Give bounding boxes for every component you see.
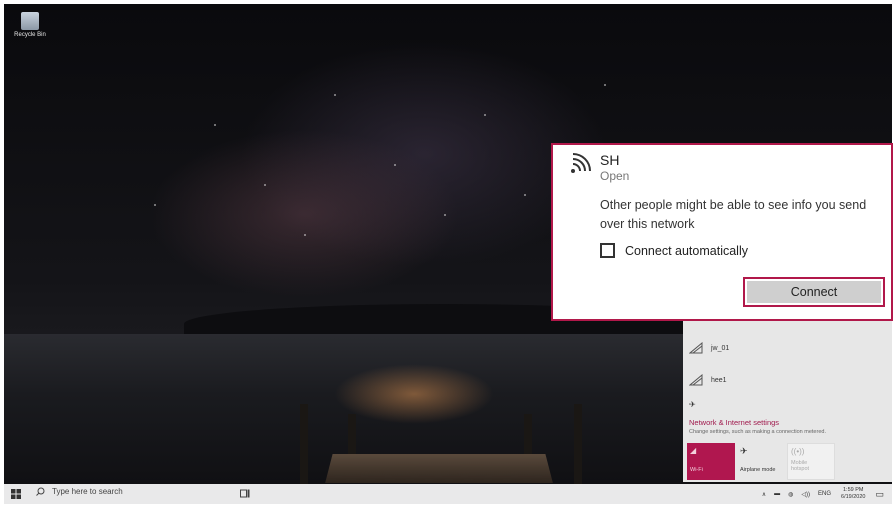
recycle-bin-shortcut[interactable]: Recycle Bin bbox=[10, 12, 50, 38]
show-hidden-icons-chevron-icon[interactable]: ∧ bbox=[762, 491, 766, 498]
network-item[interactable]: jw_01 bbox=[689, 342, 729, 354]
recycle-bin-icon bbox=[21, 12, 39, 30]
clock-date: 6/19/2020 bbox=[841, 494, 866, 500]
taskbar-search-box[interactable]: Type here to search bbox=[36, 487, 123, 496]
connect-highlight: Connect bbox=[743, 277, 885, 307]
network-status: Open bbox=[600, 169, 630, 183]
network-name: jw_01 bbox=[711, 344, 730, 352]
mobile-hotspot-toggle[interactable]: ((•)) Mobile hotspot bbox=[787, 443, 835, 480]
hotspot-icon: ((•)) bbox=[791, 447, 805, 456]
network-settings-link[interactable]: Network & Internet settings bbox=[689, 418, 779, 427]
airplane-mode-toggle[interactable]: ✈ Airplane mode bbox=[737, 443, 785, 480]
connect-automatically-option[interactable]: Connect automatically bbox=[600, 243, 748, 258]
clock-time: 1:59 PM bbox=[843, 487, 864, 493]
clock[interactable]: 1:59 PM 6/19/2020 bbox=[841, 487, 865, 501]
connect-automatically-label: Connect automatically bbox=[625, 243, 748, 258]
language-indicator[interactable]: ENG bbox=[818, 491, 831, 497]
network-flyout: jw_01 hee1 ✈ Network & Internet settings… bbox=[683, 312, 892, 482]
system-tray: ∧ ▬ ◍ ◁)) ENG 1:59 PM 6/19/2020 ▭ bbox=[758, 484, 892, 504]
volume-icon[interactable]: ◁)) bbox=[801, 491, 810, 498]
network-connect-popup: SH Open Other people might be able to se… bbox=[551, 143, 893, 321]
airplane-mode-label: Airplane mode bbox=[740, 467, 776, 473]
wifi-tile-icon: ◢ bbox=[690, 446, 697, 455]
security-warning: Other people might be able to see info y… bbox=[600, 198, 867, 231]
task-view-icon[interactable] bbox=[240, 489, 250, 498]
wooden-dock bbox=[325, 453, 553, 484]
windows-start-icon[interactable] bbox=[11, 489, 21, 499]
search-placeholder: Type here to search bbox=[52, 487, 123, 496]
network-item[interactable]: hee1 bbox=[689, 374, 727, 386]
airplane-icon: ✈ bbox=[740, 446, 748, 456]
wifi-toggle[interactable]: ◢ Wi-Fi bbox=[687, 443, 735, 480]
dock-post bbox=[574, 404, 582, 484]
airplane-small-icon: ✈ bbox=[689, 400, 696, 409]
network-tray-icon[interactable]: ◍ bbox=[788, 491, 793, 498]
connect-automatically-checkbox[interactable] bbox=[600, 243, 615, 258]
wifi-icon bbox=[689, 342, 703, 354]
wifi-icon bbox=[689, 374, 703, 386]
battery-icon[interactable]: ▬ bbox=[774, 491, 780, 497]
wifi-toggle-label: Wi-Fi bbox=[690, 467, 703, 473]
connect-button[interactable]: Connect bbox=[747, 281, 881, 303]
taskbar: Type here to search ∧ ▬ ◍ ◁)) ENG 1:59 P… bbox=[4, 484, 892, 504]
network-name: hee1 bbox=[711, 376, 727, 384]
recycle-bin-label: Recycle Bin bbox=[14, 32, 46, 38]
wifi-icon bbox=[571, 153, 591, 173]
network-ssid: SH bbox=[600, 152, 620, 168]
mobile-hotspot-label: Mobile hotspot bbox=[791, 460, 810, 472]
horizon-glow bbox=[334, 364, 494, 424]
action-center-icon[interactable]: ▭ bbox=[875, 489, 884, 500]
network-settings-description: Change settings, such as making a connec… bbox=[689, 429, 826, 435]
search-icon bbox=[36, 487, 45, 496]
dock-post bbox=[300, 404, 308, 484]
